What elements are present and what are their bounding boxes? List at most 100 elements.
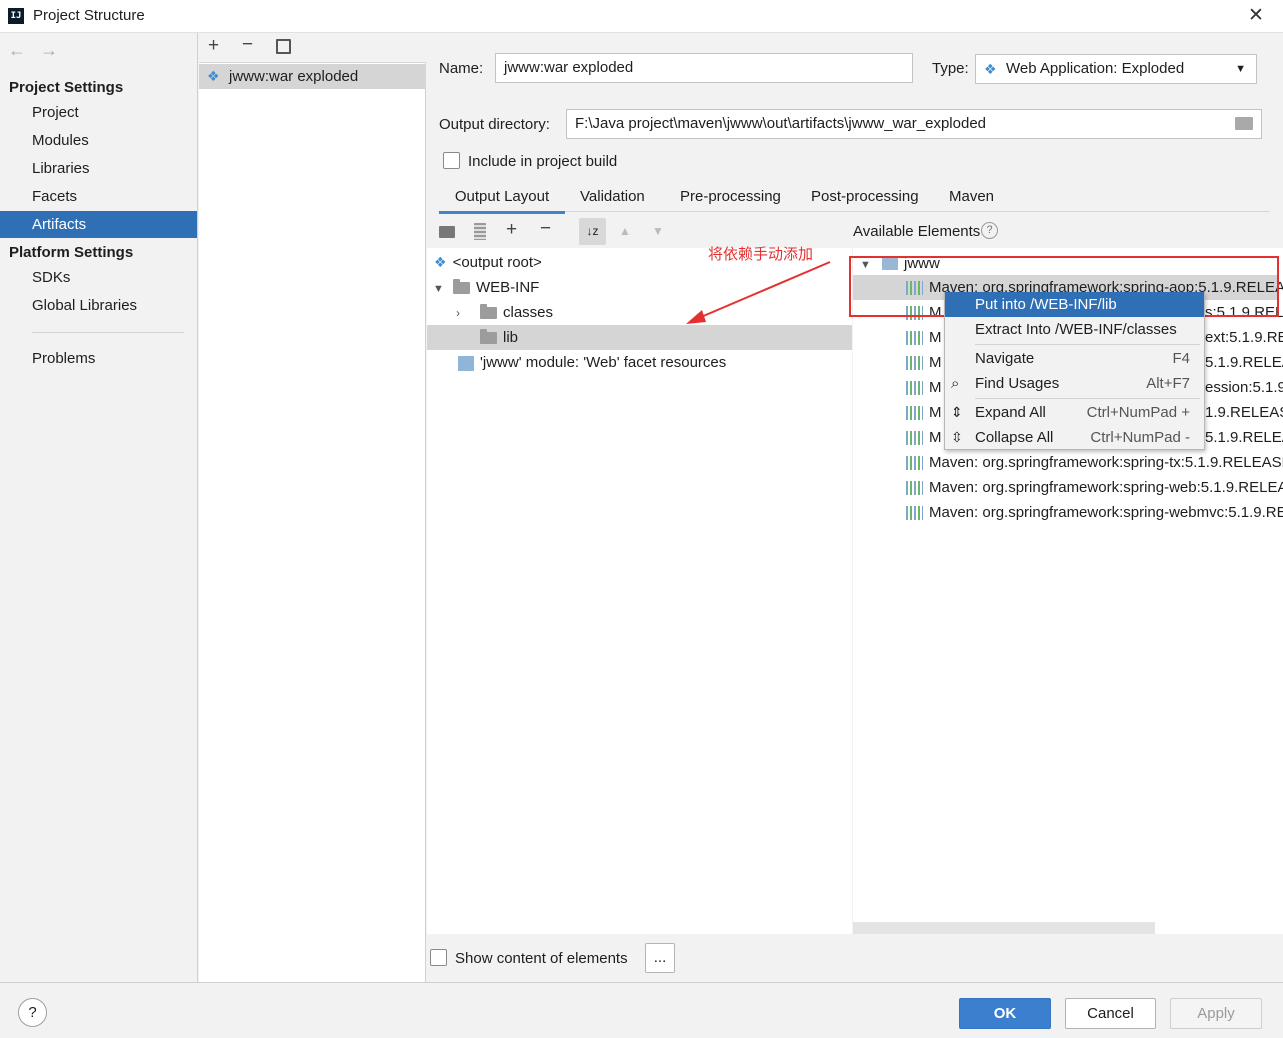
include-in-build-checkbox[interactable] [443, 152, 460, 169]
library-icon [906, 381, 923, 396]
move-down-icon[interactable]: ▼ [652, 224, 664, 238]
menu-item-label: Find Usages [975, 375, 1060, 392]
back-arrow-icon[interactable]: ← [8, 40, 26, 60]
tree-node-web-inf[interactable]: ▼ WEB-INF [433, 275, 539, 300]
available-item-suffix: ession:5.1.9 [1205, 379, 1283, 396]
folder-icon [480, 304, 497, 320]
available-item-spring-web[interactable]: Maven: org.springframework:spring-web:5.… [906, 475, 1283, 500]
folder-icon [453, 279, 470, 295]
output-root-label: <output root> [452, 254, 542, 271]
library-label: M [929, 354, 942, 371]
menu-item-label: Extract Into /WEB-INF/classes [975, 321, 1177, 338]
close-icon[interactable]: ✕ [1246, 4, 1266, 26]
move-up-icon[interactable]: ▲ [619, 224, 631, 238]
sidebar-item-modules[interactable]: Modules [0, 127, 197, 154]
folder-browse-icon[interactable] [1235, 117, 1253, 130]
help-button[interactable]: ? [18, 998, 47, 1027]
menu-item-expand-all[interactable]: ⇕ Expand All Ctrl+NumPad + [945, 400, 1204, 425]
menu-item-find-usages[interactable]: ⌕ Find Usages Alt+F7 [945, 371, 1204, 396]
library-icon [906, 331, 923, 346]
web-app-icon: ❖ [984, 61, 997, 77]
sidebar-item-libraries[interactable]: Libraries [0, 155, 197, 182]
menu-item-extract-into-classes[interactable]: Extract Into /WEB-INF/classes [945, 317, 1204, 342]
available-item-suffix: ext:5.1.9.REL [1205, 329, 1283, 346]
menu-item-navigate[interactable]: Navigate F4 [945, 346, 1204, 371]
menu-item-put-into-lib[interactable]: Put into /WEB-INF/lib [945, 292, 1204, 317]
cancel-button[interactable]: Cancel [1065, 998, 1156, 1029]
web-inf-label: WEB-INF [476, 279, 540, 296]
artifact-list-item[interactable]: ❖ jwww:war exploded [199, 64, 426, 89]
include-in-build-label: Include in project build [468, 153, 618, 170]
available-item-suffix: 5.1.9.RELEA [1205, 354, 1283, 371]
create-directory-icon[interactable] [439, 226, 455, 238]
available-item-spring-webmvc[interactable]: Maven: org.springframework:spring-webmvc… [906, 500, 1283, 525]
artifacts-list-panel [199, 33, 426, 982]
add-copy-icon[interactable]: + [506, 219, 517, 241]
available-item[interactable]: M [906, 375, 942, 400]
show-content-label: Show content of elements [455, 950, 628, 967]
tab-output-layout[interactable]: Output Layout [439, 186, 565, 214]
sidebar-item-problems[interactable]: Problems [0, 345, 197, 372]
web-artifact-icon: ❖ [207, 68, 220, 84]
menu-shortcut: F4 [1172, 350, 1190, 367]
platform-settings-heading: Platform Settings [9, 244, 134, 261]
expand-all-icon: ⇕ [951, 404, 963, 420]
output-directory-label: Output directory: [439, 116, 550, 133]
available-item[interactable]: M [906, 350, 942, 375]
sidebar-item-sdks[interactable]: SDKs [0, 264, 197, 291]
library-label: Maven: org.springframework:spring-webmvc… [929, 504, 1283, 521]
ok-button[interactable]: OK [959, 998, 1051, 1029]
forward-arrow-icon[interactable]: → [40, 40, 58, 60]
type-value: Web Application: Exploded [1006, 60, 1185, 77]
library-label: M [929, 404, 942, 421]
tab-pre-processing[interactable]: Pre-processing [680, 186, 781, 214]
tree-node-classes[interactable]: › classes [456, 300, 553, 325]
add-icon[interactable]: + [208, 35, 219, 57]
create-archive-icon[interactable] [474, 223, 486, 240]
tree-node-lib[interactable]: lib [480, 325, 518, 350]
chevron-down-icon[interactable]: ▼ [433, 277, 453, 302]
artifacts-toolbar [199, 33, 426, 63]
library-icon [906, 481, 923, 496]
library-label: Maven: org.springframework:spring-tx:5.1… [929, 454, 1283, 471]
tab-post-processing[interactable]: Post-processing [811, 186, 919, 214]
name-field[interactable]: jwww:war exploded [495, 53, 913, 83]
output-directory-field[interactable]: F:\Java project\maven\jwww\out\artifacts… [566, 109, 1262, 139]
apply-button[interactable]: Apply [1170, 998, 1262, 1029]
tab-maven[interactable]: Maven [949, 186, 994, 214]
name-label: Name: [439, 60, 484, 77]
menu-item-collapse-all[interactable]: ⇳ Collapse All Ctrl+NumPad - [945, 425, 1204, 450]
menu-shortcut: Ctrl+NumPad + [1086, 404, 1190, 421]
show-content-options-button[interactable]: ... [645, 943, 675, 973]
sidebar-item-project[interactable]: Project [0, 99, 197, 126]
menu-divider [975, 398, 1200, 399]
library-label: M [929, 429, 942, 446]
horizontal-scrollbar[interactable] [853, 922, 1155, 934]
tab-validation[interactable]: Validation [580, 186, 645, 214]
type-select[interactable]: ❖ Web Application: Exploded ▼ [975, 54, 1257, 84]
library-icon [906, 406, 923, 421]
chevron-down-icon: ▼ [1235, 63, 1246, 75]
available-item-spring-tx[interactable]: Maven: org.springframework:spring-tx:5.1… [906, 450, 1283, 475]
chevron-right-icon[interactable]: › [456, 301, 480, 326]
menu-item-label: Put into /WEB-INF/lib [975, 296, 1117, 313]
sidebar-item-global-libraries[interactable]: Global Libraries [0, 292, 197, 319]
menu-item-label: Navigate [975, 350, 1035, 367]
sidebar-item-facets[interactable]: Facets [0, 183, 197, 210]
remove-icon[interactable]: − [242, 34, 253, 56]
remove-element-icon[interactable]: − [540, 218, 551, 240]
available-item[interactable]: M [906, 425, 942, 450]
search-icon: ⌕ [951, 375, 960, 392]
type-label: Type: [932, 60, 969, 77]
available-item[interactable]: M [906, 400, 942, 425]
available-item[interactable]: M [906, 325, 942, 350]
sidebar-item-artifacts[interactable]: Artifacts [0, 211, 197, 238]
copy-icon[interactable] [276, 39, 291, 54]
tree-node-output-root[interactable]: ❖ <output root> [434, 250, 542, 275]
help-circle-icon[interactable]: ? [981, 222, 998, 239]
sort-elements-icon[interactable]: ↓z [579, 218, 606, 245]
footer-divider [0, 982, 1283, 983]
show-content-checkbox[interactable] [430, 949, 447, 966]
tree-node-facet-resources[interactable]: 'jwww' module: 'Web' facet resources [458, 350, 726, 375]
project-settings-heading: Project Settings [9, 79, 124, 96]
